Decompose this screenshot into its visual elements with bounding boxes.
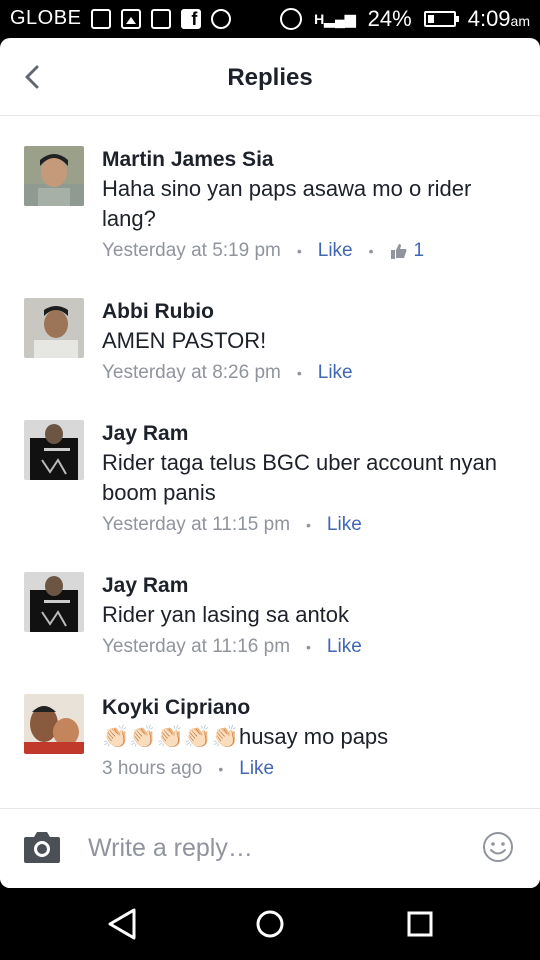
avatar[interactable] [24, 298, 84, 358]
carrier-name: GLOBE [10, 7, 82, 29]
smiley-icon [483, 832, 513, 862]
header: Replies [0, 38, 540, 116]
nav-recents-button[interactable] [400, 904, 440, 944]
triangle-back-icon [108, 908, 136, 940]
replies-panel: Replies Martin James Sia Haha sino yan p… [0, 38, 540, 888]
reply-timestamp: Yesterday at 11:16 pm [102, 636, 291, 657]
status-bar: GLOBE H▂▄▆ 24% 4:09am [0, 0, 540, 38]
reply-author[interactable]: Koyki Cipriano [102, 694, 517, 722]
camera-button[interactable] [22, 829, 62, 865]
reply-author[interactable]: Martin James Sia [102, 146, 517, 174]
reply-author[interactable]: Jay Ram [102, 572, 517, 600]
like-button[interactable]: Like [239, 758, 274, 780]
clock: 4:09am [467, 6, 530, 31]
battery-percent: 24% [367, 6, 412, 31]
battery-icon [423, 11, 459, 27]
avatar[interactable] [24, 146, 84, 206]
alarm-icon [280, 8, 303, 30]
signal-icon: H▂▄▆ [314, 10, 356, 27]
nav-back-button[interactable] [102, 904, 142, 944]
reply-composer [0, 808, 540, 888]
messenger-icon [211, 8, 232, 29]
reply-timestamp: Yesterday at 11:15 pm [102, 514, 291, 535]
avatar[interactable] [24, 694, 84, 754]
like-count[interactable]: 1 [390, 240, 424, 262]
reply-author[interactable]: Jay Ram [102, 420, 517, 448]
sim-icon [91, 8, 112, 29]
reply-timestamp: Yesterday at 5:19 pm [102, 240, 281, 261]
like-button[interactable]: Like [318, 240, 353, 262]
camera-icon [24, 832, 60, 863]
circle-home-icon [256, 910, 284, 938]
reply-text: AMEN PASTOR! [102, 328, 267, 353]
reply-text: Haha sino yan paps asawa mo o rider lang… [102, 176, 472, 231]
reply-timestamp: Yesterday at 8:26 pm [102, 362, 281, 383]
photo-icon [121, 8, 142, 29]
thumbs-up-icon [390, 244, 407, 259]
reply-input[interactable] [88, 827, 468, 869]
like-button[interactable]: Like [327, 636, 362, 658]
emoji-button[interactable] [482, 831, 514, 863]
facebook-icon [181, 8, 202, 30]
reply-author[interactable]: Abbi Rubio [102, 298, 517, 326]
reply-timestamp: 3 hours ago [102, 758, 203, 779]
nav-home-button[interactable] [250, 904, 290, 944]
like-button[interactable]: Like [318, 362, 353, 384]
square-recents-icon [407, 911, 433, 937]
like-button[interactable]: Like [327, 514, 362, 536]
reply-text: Rider yan lasing sa antok [102, 602, 350, 627]
page-title: Replies [227, 64, 313, 91]
system-nav-bar [0, 888, 540, 960]
reply-text: 👏🏻👏🏻👏🏻👏🏻👏🏻husay mo paps [102, 724, 389, 749]
gmail-icon [151, 8, 172, 29]
reply-text: Rider taga telus BGC uber account nyan b… [102, 450, 498, 505]
avatar[interactable] [24, 572, 84, 632]
avatar[interactable] [24, 420, 84, 480]
